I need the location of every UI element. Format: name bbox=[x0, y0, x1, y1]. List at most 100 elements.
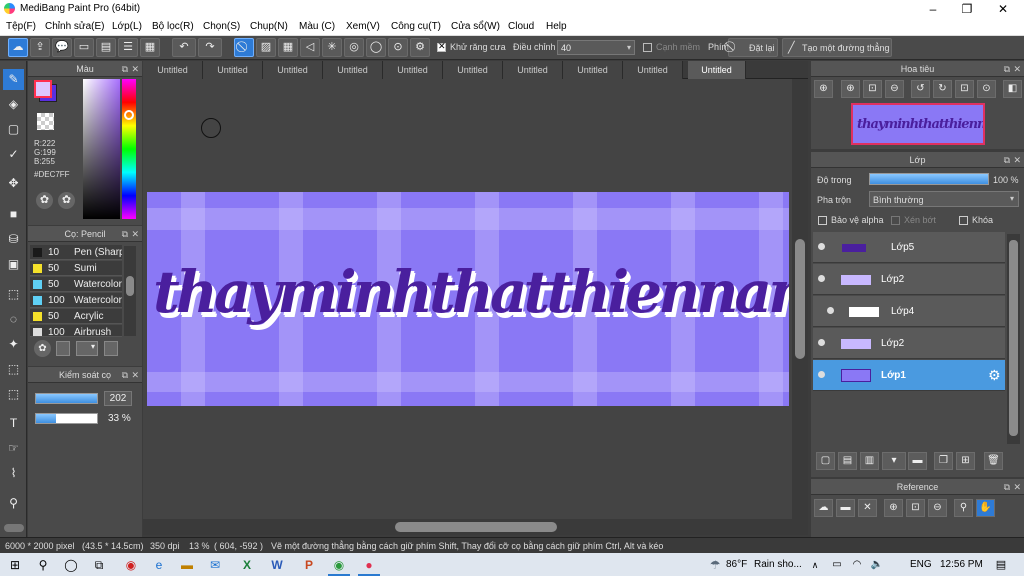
adjust-select[interactable]: 40 ▾ bbox=[557, 40, 635, 55]
new-halftone-layer-icon[interactable]: ▤ bbox=[838, 452, 857, 470]
flip-icon[interactable]: ◧ bbox=[1003, 80, 1022, 98]
cortana-icon[interactable]: ◯ bbox=[62, 556, 80, 574]
zoom-out-icon[interactable]: ⊖ bbox=[928, 499, 947, 517]
brush-opacity-slider[interactable] bbox=[35, 413, 98, 424]
brush-item[interactable]: 50 Sumi bbox=[30, 261, 122, 276]
blend-select[interactable]: Bình thường ▾ bbox=[869, 191, 1019, 207]
message-icon[interactable]: ▭ bbox=[74, 38, 94, 57]
app-icon[interactable]: ◉ bbox=[122, 556, 140, 574]
fill-rect-tool-icon[interactable]: ■ bbox=[3, 204, 24, 225]
gear-icon[interactable]: ⚙ bbox=[410, 38, 430, 57]
layer-row[interactable]: Lớp4 bbox=[813, 296, 1005, 327]
network-icon[interactable]: ▭ bbox=[828, 556, 846, 574]
magic-wand-tool-icon[interactable]: ✦ bbox=[3, 334, 24, 355]
brush-item[interactable]: 100 Watercolor bbox=[30, 293, 122, 308]
select-rect-tool-icon[interactable]: ⬚ bbox=[3, 284, 24, 305]
new-layer-icon[interactable]: ▢ bbox=[816, 452, 835, 470]
protect-alpha-checkbox[interactable] bbox=[818, 216, 827, 225]
fit-window-icon[interactable]: ⊡ bbox=[955, 80, 974, 98]
scroll-thumb[interactable] bbox=[795, 239, 805, 359]
ring-icon[interactable]: ⊙ bbox=[388, 38, 408, 57]
edge-icon[interactable]: e bbox=[150, 556, 168, 574]
eye-icon[interactable] bbox=[818, 339, 825, 346]
transparent-swatch[interactable] bbox=[37, 113, 54, 130]
canvas-horizontal-scrollbar[interactable] bbox=[143, 519, 808, 535]
file-explorer-icon[interactable]: ▬ bbox=[178, 556, 196, 574]
redo-icon[interactable]: ↷ bbox=[198, 38, 222, 57]
radial-icon[interactable]: ✳ bbox=[322, 38, 342, 57]
list-icon[interactable]: ☰ bbox=[118, 38, 138, 57]
rectangle-tool-icon[interactable]: ▢ bbox=[3, 119, 24, 140]
close-icon[interactable]: ✕ bbox=[1013, 61, 1021, 77]
windows-start-icon[interactable]: ⊞ bbox=[6, 556, 24, 574]
brush-item[interactable]: 50 Watercolor bbox=[30, 277, 122, 292]
minimize-icon[interactable]: – bbox=[916, 1, 950, 17]
trash-icon[interactable]: 🗑 bbox=[984, 452, 1003, 470]
popout-icon[interactable]: ⧉ bbox=[122, 367, 128, 383]
tab-untitled[interactable]: Untitled bbox=[323, 61, 383, 79]
bucket-tool-icon[interactable]: ⛁ bbox=[3, 229, 24, 250]
menu-cloud[interactable]: Cloud bbox=[508, 21, 534, 32]
excel-icon[interactable]: X bbox=[238, 556, 256, 574]
mail-icon[interactable]: ✉ bbox=[206, 556, 224, 574]
merge-layer-icon[interactable]: ⊞ bbox=[956, 452, 975, 470]
grid-icon[interactable]: ▦ bbox=[140, 38, 160, 57]
powerpoint-icon[interactable]: P bbox=[300, 556, 318, 574]
brush-item[interactable]: 10 Pen (Sharp bbox=[30, 245, 122, 260]
layer-row-selected[interactable]: Lớp1 ⚙ bbox=[813, 360, 1005, 391]
tab-untitled[interactable]: Untitled bbox=[143, 61, 203, 79]
menu-select[interactable]: Chọn(S) bbox=[203, 21, 240, 32]
menu-filter[interactable]: Bộ lọc(R) bbox=[152, 21, 194, 32]
notification-icon[interactable]: ▤ bbox=[992, 556, 1010, 574]
medibang-icon[interactable]: ● bbox=[360, 556, 378, 574]
toolbar-scrollbar[interactable] bbox=[4, 524, 24, 532]
eyedropper-tool-icon[interactable]: ⚲ bbox=[3, 493, 24, 514]
duplicate-layer-icon[interactable]: ❐ bbox=[934, 452, 953, 470]
folder-icon[interactable]: ▬ bbox=[908, 452, 927, 470]
artwork-canvas[interactable]: thayminhthatthiennang bbox=[147, 192, 789, 406]
layer-row[interactable]: Lớp2 bbox=[813, 264, 1005, 295]
reset-button[interactable]: ⃠ Đặt lại bbox=[728, 38, 778, 57]
select-eraser-tool-icon[interactable]: ⬚ bbox=[3, 384, 24, 405]
popout-icon[interactable]: ⧉ bbox=[1004, 61, 1010, 77]
eye-icon[interactable] bbox=[818, 275, 825, 282]
brush-list-scrollbar[interactable] bbox=[124, 246, 136, 336]
brush-item[interactable]: 100 Airbrush bbox=[30, 325, 122, 337]
close-icon[interactable]: ✕ bbox=[858, 499, 877, 517]
new-8bit-layer-icon[interactable]: ▥ bbox=[860, 452, 879, 470]
cloud-icon[interactable]: ☁ bbox=[8, 38, 28, 57]
close-icon[interactable]: ✕ bbox=[1013, 479, 1021, 495]
comment-icon[interactable]: 💬 bbox=[52, 38, 72, 57]
menu-edit[interactable]: Chỉnh sửa(E) bbox=[45, 21, 105, 32]
document-icon[interactable]: ▤ bbox=[96, 38, 116, 57]
palette-add-icon[interactable]: ✿ bbox=[58, 192, 75, 209]
scroll-thumb[interactable] bbox=[395, 522, 557, 532]
menu-tools[interactable]: Công cụ(T) bbox=[391, 21, 441, 32]
line-tool-icon[interactable]: ✓ bbox=[3, 144, 24, 165]
tab-untitled[interactable]: Untitled bbox=[443, 61, 503, 79]
menu-file[interactable]: Tệp(F) bbox=[6, 21, 36, 32]
zoom-in-icon[interactable]: ⊕ bbox=[884, 499, 903, 517]
layer-row[interactable]: Lớp5 bbox=[813, 232, 1005, 263]
scroll-thumb[interactable] bbox=[126, 276, 134, 296]
layer-list-scrollbar[interactable] bbox=[1007, 234, 1020, 444]
task-view-icon[interactable]: ⧉ bbox=[90, 556, 108, 574]
circle-icon[interactable]: ◯ bbox=[366, 38, 386, 57]
eyedropper-icon[interactable]: ⚲ bbox=[954, 499, 973, 517]
canvas-vertical-scrollbar[interactable] bbox=[792, 79, 808, 519]
concentric-icon[interactable]: ◎ bbox=[344, 38, 364, 57]
lasso-tool-icon[interactable]: ◌ bbox=[3, 309, 24, 330]
forbid-icon[interactable]: ⃠ bbox=[234, 38, 254, 57]
menu-capture[interactable]: Chụp(N) bbox=[250, 21, 288, 32]
hue-slider[interactable] bbox=[122, 79, 136, 219]
text-tool-icon[interactable]: T bbox=[3, 413, 24, 434]
search-icon[interactable]: ⚲ bbox=[34, 556, 52, 574]
layer-row[interactable]: Lớp2 bbox=[813, 328, 1005, 359]
zoom-fit-icon[interactable]: ⊕ bbox=[814, 80, 833, 98]
close-icon[interactable]: ✕ bbox=[131, 367, 139, 383]
foreground-color-swatch[interactable] bbox=[34, 80, 52, 98]
scroll-thumb[interactable] bbox=[1009, 240, 1018, 436]
menu-color[interactable]: Màu (C) bbox=[299, 21, 335, 32]
new-brush-icon[interactable] bbox=[56, 341, 70, 356]
close-icon[interactable]: ✕ bbox=[131, 226, 139, 242]
